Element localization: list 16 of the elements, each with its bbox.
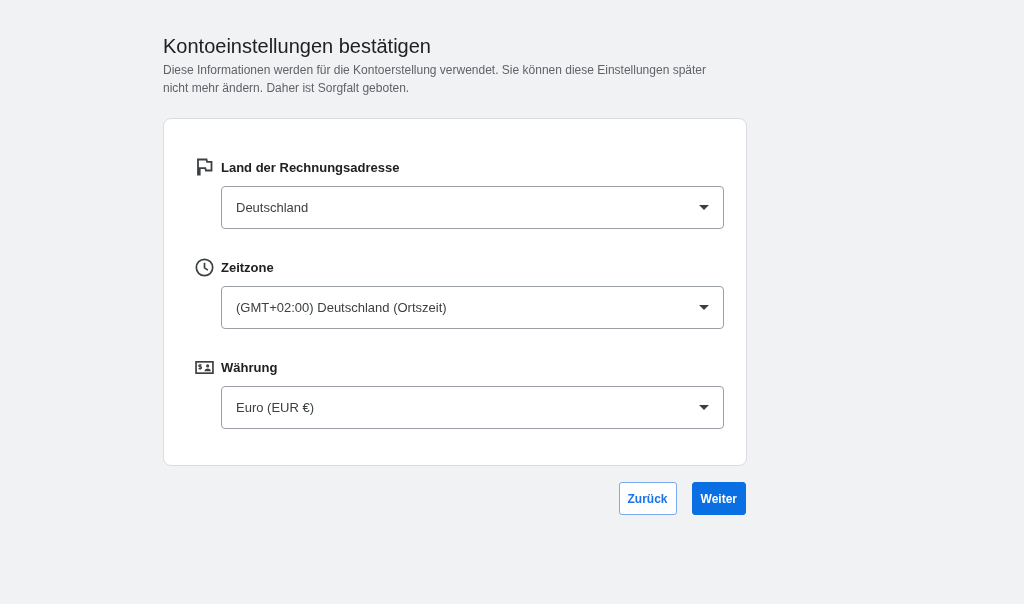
caret-icon [699,405,709,410]
page-description: Diese Informationen werden für die Kontoerstellung verwendet. Sie können diese Einstellungen später nicht mehr ändern. Daher ist Sorgfalt geboten. [163,62,707,97]
field-label: Zeitzone [221,259,274,275]
caret-icon [699,205,709,210]
field-label: Währung [221,359,278,375]
dropdown-field[interactable]: Deutschland [221,186,724,229]
page-title: Kontoeinstellungen bestätigen [163,34,432,58]
flag-icon [195,158,214,176]
next-button[interactable]: Weiter [691,482,746,515]
caret-icon [699,305,709,310]
field-label: Land der Rechnungsadresse [221,159,400,175]
dropdown-field[interactable]: Euro (EUR €) [221,386,724,429]
clock-icon [195,257,214,277]
dropdown-field[interactable]: (GMT+02:00) Deutschland (Ortszeit) [221,286,724,329]
banknote-icon [195,360,214,374]
back-button[interactable]: Zurück [618,482,677,515]
